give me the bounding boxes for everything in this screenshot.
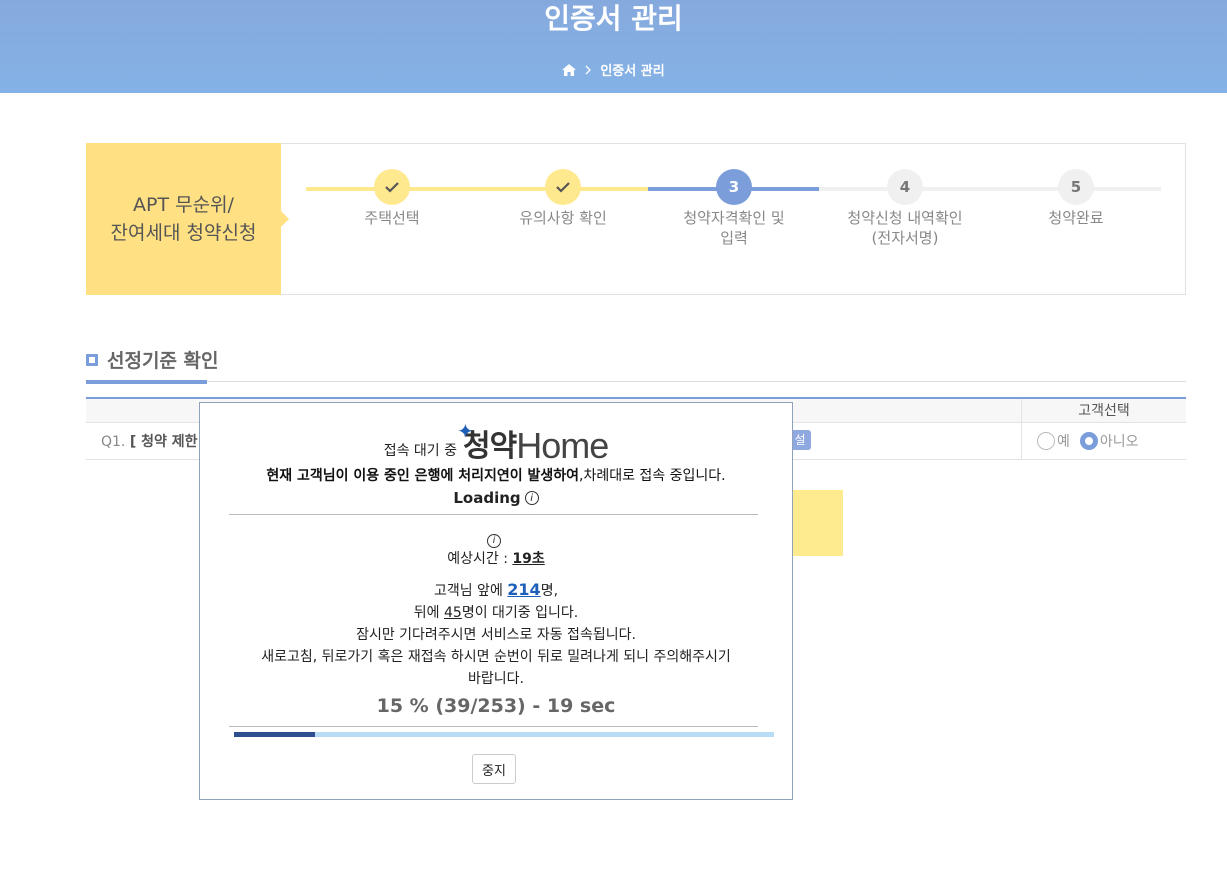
warning-line-end: 바랍니다. [468,671,524,687]
progress-bar-fill [234,732,315,737]
breadcrumb: 인증서 관리 [0,60,1227,79]
chevron-right-icon [584,65,592,75]
estimated-time: 예상시간 : 19초 [200,548,792,568]
radio-yes[interactable]: 예 [1037,431,1070,451]
action-button[interactable] [790,490,843,556]
breadcrumb-current[interactable]: 인증서 관리 [600,60,664,79]
behind-post: 명이 대기중 입니다. [461,605,579,621]
step-5-label: 청약완료 [996,208,1156,228]
step-2-check-icon [545,169,581,205]
customer-select-header: 고객선택 [1021,399,1186,423]
step-3-text-2: 입력 [720,229,748,247]
home-icon[interactable] [562,63,577,76]
step-1-check-icon [374,169,410,205]
ahead-post: 명, [540,583,559,599]
info-icon: i [524,491,539,505]
delay-message: 현재 고객님이 이용 중인 은행에 처리지연이 발생하여,차례대로 접속 중입니… [200,465,792,485]
clock-info-icon: i [487,528,501,548]
loading-text: Loading [453,489,521,507]
ahead-pre: 고객님 앞에 [433,583,508,599]
waiting-label: 접속 대기 중 [383,443,458,459]
radio-no-circle[interactable] [1079,432,1098,450]
section-title: 선정기준 확인 [86,346,219,373]
step-1-text: 주택선택 [364,209,420,227]
modal-divider-top [229,514,758,515]
step-4-text-1: 청약신청 내역확인 [847,209,963,227]
question-title: [ 청약 제한 [129,434,198,450]
step-label-line2: 잔여세대 청약신청 [110,222,257,244]
estimate-value: 19초 [512,551,545,567]
section-title-text: 선정기준 확인 [107,350,219,372]
step-5-number: 5 [1058,169,1094,205]
radio-no-label: 아니오 [1099,434,1139,450]
modal-header: 접속 대기 중 ✦ 청약 Home [200,419,792,466]
behind-count: 45 [444,605,462,621]
step-4-number: 4 [887,169,923,205]
queue-ahead-line: 고객님 앞에 214명, [200,579,792,602]
ahead-count: 214 [507,580,541,599]
warning-line: 새로고침, 뒤로가기 혹은 재접속 하시면 순번이 뒤로 밀려나게 되니 주의해… [261,649,731,665]
queue-info: 고객님 앞에 214명, 뒤에 45명이 대기중 입니다. 잠시만 기다려주시면… [200,579,792,690]
customer-select-options: 예 아니오 [1021,423,1186,459]
delay-message-rest: ,차례대로 접속 중입니다. [579,468,726,484]
auto-connect-line: 잠시만 기다려주시면 서비스로 자동 접속됩니다. [356,627,636,643]
section-divider [86,381,1186,382]
step-progress: APT 무순위/ 잔여세대 청약신청 주택선택 유의사항 확인 3 청약자격확인… [86,143,1186,295]
estimate-label: 예상시간 : [447,551,513,567]
timer-icon: i [487,533,501,548]
step-5-text: 청약완료 [1048,209,1104,227]
step-3-number: 3 [716,169,752,205]
step-2-text: 유의사항 확인 [519,209,607,227]
step-label-line1: APT 무순위/ [133,194,234,216]
step-section-label: APT 무순위/ 잔여세대 청약신청 [86,143,289,295]
logo-ko: ✦ 청약 [457,419,517,465]
page-title: 인증서 관리 [544,2,683,35]
step-1-label: 주택선택 [312,208,472,228]
step-4-label: 청약신청 내역확인 (전자서명) [825,208,985,248]
logo-star-icon: ✦ [457,419,474,443]
square-bullet-icon [86,353,98,366]
progress-bar [234,732,774,737]
step-4-text-2: (전자서명) [871,229,939,247]
radio-yes-circle[interactable] [1037,432,1055,450]
radio-no[interactable]: 아니오 [1079,431,1139,451]
cheongyak-home-logo: ✦ 청약 Home [457,419,609,466]
stop-button[interactable]: 중지 [472,754,516,784]
loading-indicator: Loading i [200,489,792,507]
step-3-label: 청약자격확인 및 입력 [654,208,814,248]
step-track-done [306,187,648,191]
logo-en-text: Home [516,425,609,466]
step-track-todo [819,187,1161,191]
radio-yes-label: 예 [1057,434,1070,450]
page-header: 인증서 관리 인증서 관리 [0,0,1227,93]
queue-wait-modal: 접속 대기 중 ✦ 청약 Home 현재 고객님이 이용 중인 은행에 처리지연이… [199,402,793,800]
question-number: Q1. [101,434,126,450]
step-3-text-1: 청약자격확인 및 [683,209,785,227]
queue-behind-line: 뒤에 45명이 대기중 입니다. [200,602,792,624]
modal-divider-bottom [229,726,758,727]
question-text: Q1. [ 청약 제한 [101,431,198,451]
step-2-label: 유의사항 확인 [483,208,643,228]
behind-pre: 뒤에 [413,605,444,621]
section-divider-accent [86,380,207,384]
delay-message-bold: 현재 고객님이 이용 중인 은행에 처리지연이 발생하여 [266,468,579,484]
progress-text: 15 % (39/253) - 19 sec [376,695,616,717]
